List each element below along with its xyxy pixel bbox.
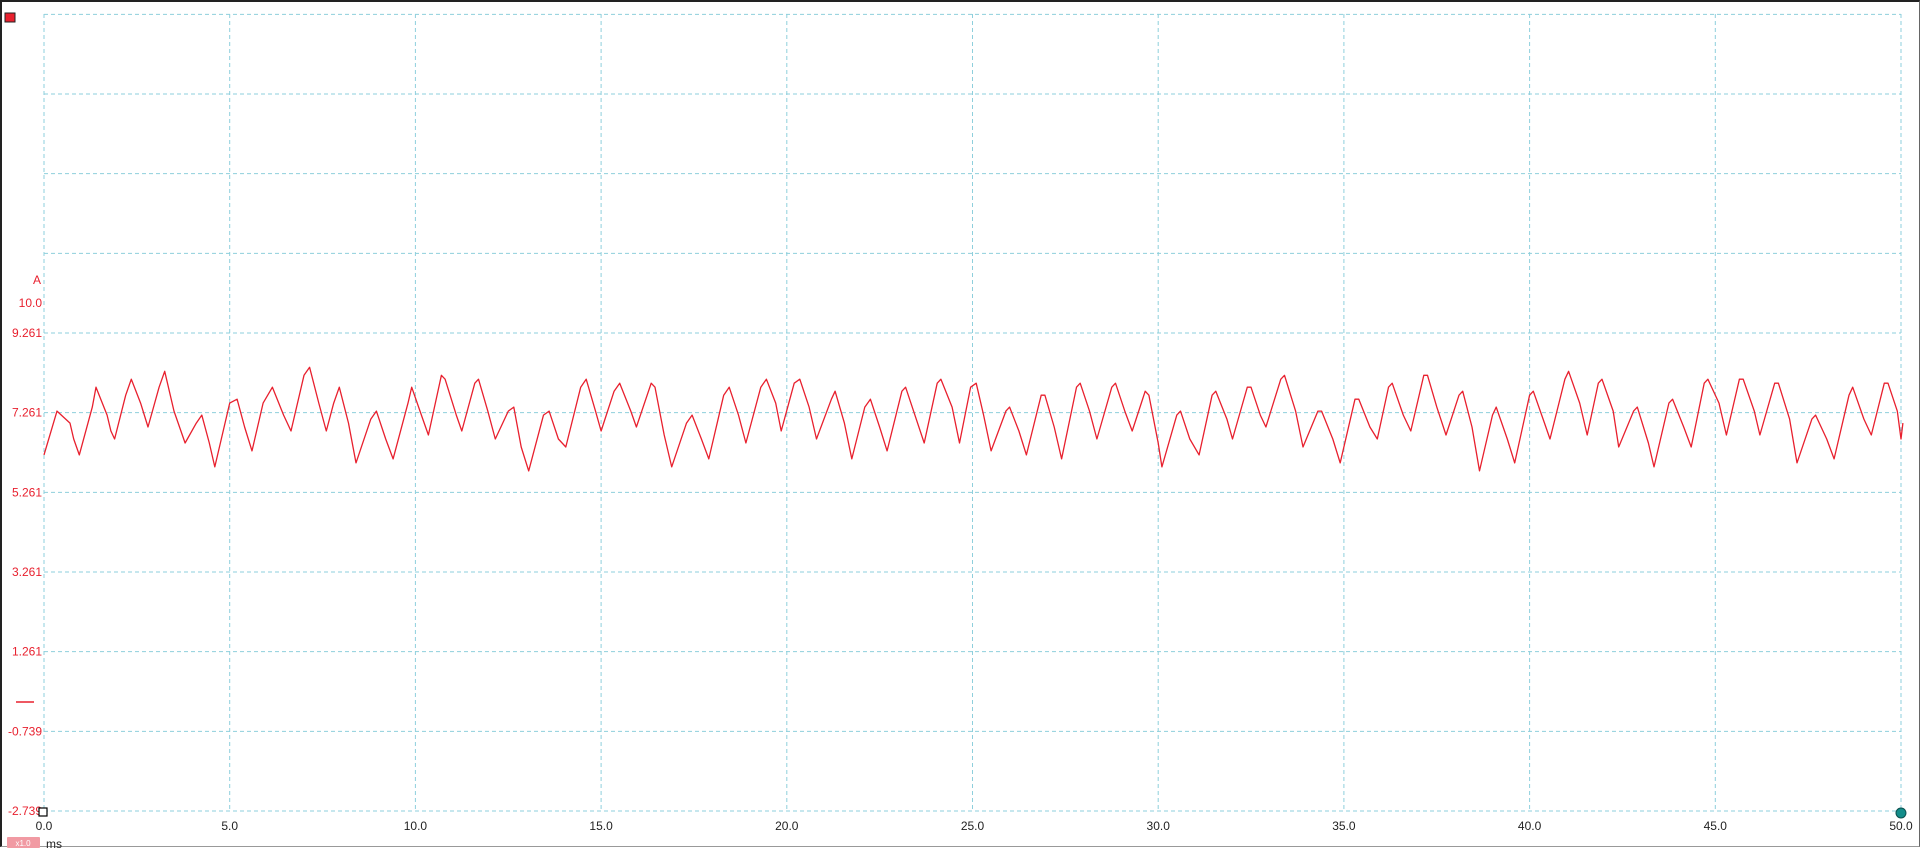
waveform-series-line — [43, 366, 1904, 472]
channel-a-indicator-icon[interactable] — [4, 12, 16, 23]
y-tick-label: 7.261 — [12, 406, 42, 420]
waveform-trace-layer — [43, 366, 1904, 472]
x-tick-label: 40.0 — [1518, 819, 1542, 833]
y-tick-label: 10.0 — [19, 296, 43, 310]
y-tick-label: 1.261 — [12, 645, 42, 659]
x-tick-label: 25.0 — [961, 819, 985, 833]
x-tick-label: 0.0 — [36, 819, 53, 833]
y-tick-label: 5.261 — [12, 485, 42, 499]
x-tick-label: 50.0 — [1889, 819, 1913, 833]
y-tick-label: -0.739 — [8, 724, 42, 738]
grid — [43, 13, 1902, 812]
waveform-chart: 10.0 9.261 7.261 5.261 3.261 1.261 -0.739 -2.73… — [4, 12, 1913, 849]
x-tick-label: 10.0 — [404, 819, 428, 833]
y-tick-label: -2.739 — [8, 804, 42, 818]
y-tick-label: 3.261 — [12, 565, 42, 579]
x-tick-label: 45.0 — [1704, 819, 1728, 833]
oscilloscope-window: 10.0 9.261 7.261 5.261 3.261 1.261 -0.739 -2.73… — [0, 0, 1920, 849]
x-tick-label: 20.0 — [775, 819, 799, 833]
y-tick-label: 9.261 — [12, 326, 42, 340]
x-tick-label: 30.0 — [1147, 819, 1171, 833]
x-axis-ticks: 0.0 5.0 10.0 15.0 20.0 25.0 30.0 35.0 40.0 45.0 50… — [36, 819, 1913, 833]
x-tick-label: 5.0 — [221, 819, 238, 833]
end-marker-icon[interactable] — [1895, 807, 1907, 819]
y-axis-unit-label: A — [33, 273, 41, 287]
x-axis-unit-label: ms — [46, 837, 62, 849]
y-axis-ticks: 10.0 9.261 7.261 5.261 3.261 1.261 -0.739 -2.73… — [8, 296, 42, 818]
x-tick-label: 15.0 — [589, 819, 613, 833]
x-tick-label: 35.0 — [1332, 819, 1356, 833]
trigger-marker-icon[interactable] — [38, 807, 48, 817]
